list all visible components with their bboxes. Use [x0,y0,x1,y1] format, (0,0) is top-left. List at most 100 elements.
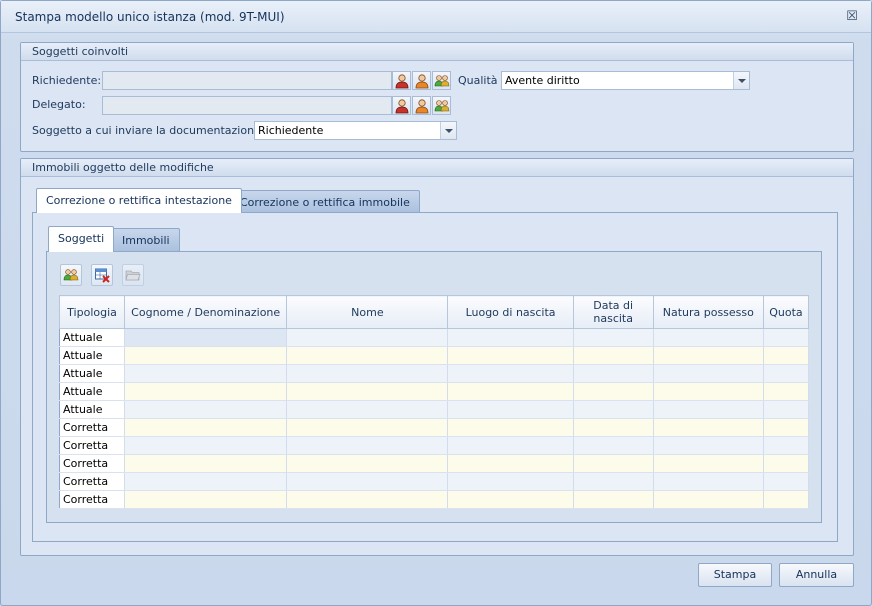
table-cell[interactable] [286,328,449,347]
table-cell[interactable] [763,472,810,491]
qualita-select[interactable]: Avente diritto [501,71,750,90]
table-row[interactable]: Attuale [59,364,810,383]
table-cell[interactable] [653,346,764,365]
table-cell[interactable] [124,364,288,383]
table-cell[interactable] [573,400,654,419]
table-cell[interactable] [573,454,654,473]
open-folder-button[interactable] [122,264,144,286]
table-cell[interactable] [124,382,288,401]
table-cell[interactable] [447,490,574,509]
table-cell[interactable] [447,436,574,455]
table-row[interactable]: Attuale [59,346,810,365]
delegato-field[interactable] [102,96,392,115]
table-cell[interactable] [286,346,449,365]
tab-correzione-immobile[interactable]: Correzione o rettifica immobile [230,190,420,213]
table-cell[interactable] [573,418,654,437]
table-cell[interactable] [653,490,764,509]
table-cell[interactable] [763,400,810,419]
table-cell[interactable] [763,454,810,473]
table-cell[interactable] [763,328,810,347]
table-cell[interactable] [286,364,449,383]
table-cell[interactable] [124,346,288,365]
table-cell[interactable] [124,490,288,509]
table-cell[interactable] [124,418,288,437]
table-cell[interactable] [653,472,764,491]
table-row[interactable]: Attuale [59,382,810,401]
invio-select[interactable]: Richiedente [254,121,457,140]
table-cell[interactable]: Corretta [59,490,126,509]
table-cell[interactable] [286,418,449,437]
table-row[interactable]: Corretta [59,436,810,455]
chevron-down-icon[interactable] [733,72,749,89]
table-row[interactable]: Attuale [59,328,810,347]
richiedente-person-button[interactable] [392,71,411,90]
table-cell[interactable] [447,382,574,401]
table-cell[interactable]: Attuale [59,328,126,347]
col-tipologia[interactable]: Tipologia [58,295,126,329]
table-cell[interactable] [653,382,764,401]
col-cognome[interactable]: Cognome / Denominazione [124,295,288,329]
col-data-nascita[interactable]: Data di nascita [572,295,654,329]
table-cell[interactable] [573,490,654,509]
table-row[interactable]: Corretta [59,490,810,509]
table-cell[interactable] [447,400,574,419]
table-cell[interactable]: Corretta [59,436,126,455]
table-cell[interactable]: Corretta [59,418,126,437]
annulla-button[interactable]: Annulla [779,563,854,587]
table-cell[interactable] [286,436,449,455]
table-cell[interactable] [124,454,288,473]
add-people-button[interactable] [60,264,82,286]
tab-correzione-intestazione[interactable]: Correzione o rettifica intestazione [36,188,242,213]
table-row[interactable]: Attuale [59,400,810,419]
delete-row-button[interactable] [91,264,113,286]
table-cell[interactable] [447,454,574,473]
table-cell[interactable] [763,490,810,509]
table-cell[interactable] [286,400,449,419]
table-cell[interactable] [653,436,764,455]
table-cell[interactable] [286,490,449,509]
table-cell[interactable] [763,436,810,455]
table-cell[interactable] [447,472,574,491]
subtab-immobili[interactable]: Immobili [112,228,180,252]
stampa-button[interactable]: Stampa [698,563,772,587]
col-natura-possesso[interactable]: Natura possesso [652,295,764,329]
table-cell[interactable] [124,472,288,491]
col-nome[interactable]: Nome [286,295,449,329]
delegato-person-button[interactable] [392,96,411,115]
table-row[interactable]: Corretta [59,454,810,473]
table-cell[interactable] [573,472,654,491]
table-cell[interactable]: Attuale [59,364,126,383]
table-cell[interactable] [286,454,449,473]
table-cell[interactable] [653,418,764,437]
table-cell[interactable] [286,382,449,401]
table-cell[interactable] [447,328,574,347]
delegato-group-button[interactable] [432,96,451,115]
table-cell[interactable]: Attuale [59,346,126,365]
table-cell[interactable] [124,328,288,347]
richiedente-group-button[interactable] [432,71,451,90]
table-cell[interactable] [763,382,810,401]
table-cell[interactable] [124,436,288,455]
table-cell[interactable] [447,418,574,437]
richiedente-field[interactable] [102,71,392,90]
table-cell[interactable] [653,400,764,419]
table-cell[interactable] [286,472,449,491]
table-cell[interactable] [447,364,574,383]
delegato-person-alt-button[interactable] [412,96,431,115]
col-quota[interactable]: Quota [762,295,810,329]
table-cell[interactable] [653,364,764,383]
table-cell[interactable]: Attuale [59,382,126,401]
table-row[interactable]: Corretta [59,472,810,491]
table-cell[interactable] [653,454,764,473]
richiedente-person-alt-button[interactable] [412,71,431,90]
table-cell[interactable] [763,418,810,437]
close-icon[interactable]: ☒ [845,10,859,24]
table-cell[interactable] [124,400,288,419]
table-cell[interactable] [573,364,654,383]
table-cell[interactable]: Attuale [59,400,126,419]
table-cell[interactable]: Corretta [59,472,126,491]
table-cell[interactable] [573,382,654,401]
col-luogo-nascita[interactable]: Luogo di nascita [447,295,574,329]
table-cell[interactable] [447,346,574,365]
table-cell[interactable] [573,346,654,365]
